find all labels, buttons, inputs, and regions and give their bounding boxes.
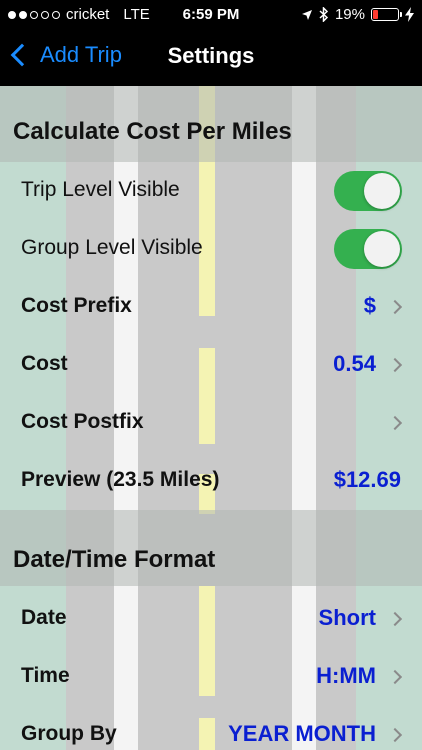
chevron-right-icon	[387, 299, 403, 315]
row-label: Group By	[21, 722, 117, 745]
row-group-level-visible: Group Level Visible	[0, 220, 422, 278]
row-preview: Preview (23.5 Miles) $12.69	[0, 452, 422, 510]
group-level-visible-toggle[interactable]	[334, 229, 402, 269]
section-header-datetime: Date/Time Format	[0, 510, 422, 586]
section-title: Date/Time Format	[13, 546, 216, 573]
row-label: Time	[21, 664, 70, 687]
chevron-right-icon	[387, 415, 403, 431]
trip-level-visible-toggle[interactable]	[334, 171, 402, 211]
row-trip-level-visible: Trip Level Visible	[0, 162, 422, 220]
row-date[interactable]: Date Short	[0, 590, 422, 648]
top-bar: cricket LTE 6:59 PM 19% Add Trip Setting…	[0, 0, 422, 86]
cost-prefix-value: $	[363, 293, 376, 318]
battery-percent: 19%	[334, 6, 365, 23]
page-title: Settings	[167, 43, 255, 68]
bluetooth-icon	[319, 7, 329, 22]
row-cost[interactable]: Cost 0.54	[0, 336, 422, 394]
row-label: Group Level Visible	[21, 236, 203, 259]
status-bar: cricket LTE 6:59 PM 19%	[0, 0, 422, 30]
preview-value: $12.69	[333, 467, 401, 492]
section-header-cost: Calculate Cost Per Miles	[0, 86, 422, 162]
time-format-value: H:MM	[316, 663, 376, 688]
row-label: Preview (23.5 Miles)	[21, 468, 220, 491]
battery-icon	[371, 8, 402, 21]
road-background-image: Calculate Cost Per Miles Trip Level Visi…	[0, 86, 422, 750]
chevron-right-icon	[387, 611, 403, 627]
row-label: Trip Level Visible	[21, 178, 180, 201]
section-title: Calculate Cost Per Miles	[13, 118, 292, 145]
row-group-by[interactable]: Group By YEAR MONTH	[0, 706, 422, 750]
charging-bolt-icon	[405, 7, 414, 22]
group-by-value: YEAR MONTH	[228, 721, 376, 746]
row-time[interactable]: Time H:MM	[0, 648, 422, 706]
location-arrow-icon	[301, 9, 312, 20]
date-format-value: Short	[318, 605, 376, 630]
row-label: Cost Postfix	[21, 410, 144, 433]
chevron-right-icon	[387, 357, 403, 373]
navigation-bar: Add Trip Settings	[0, 30, 422, 86]
cost-value: 0.54	[333, 351, 376, 376]
chevron-right-icon	[387, 727, 403, 743]
row-cost-postfix[interactable]: Cost Postfix	[0, 394, 422, 452]
chevron-right-icon	[387, 669, 403, 685]
row-cost-prefix[interactable]: Cost Prefix $	[0, 278, 422, 336]
row-label: Date	[21, 606, 67, 629]
row-label: Cost Prefix	[21, 294, 132, 317]
row-label: Cost	[21, 352, 68, 375]
